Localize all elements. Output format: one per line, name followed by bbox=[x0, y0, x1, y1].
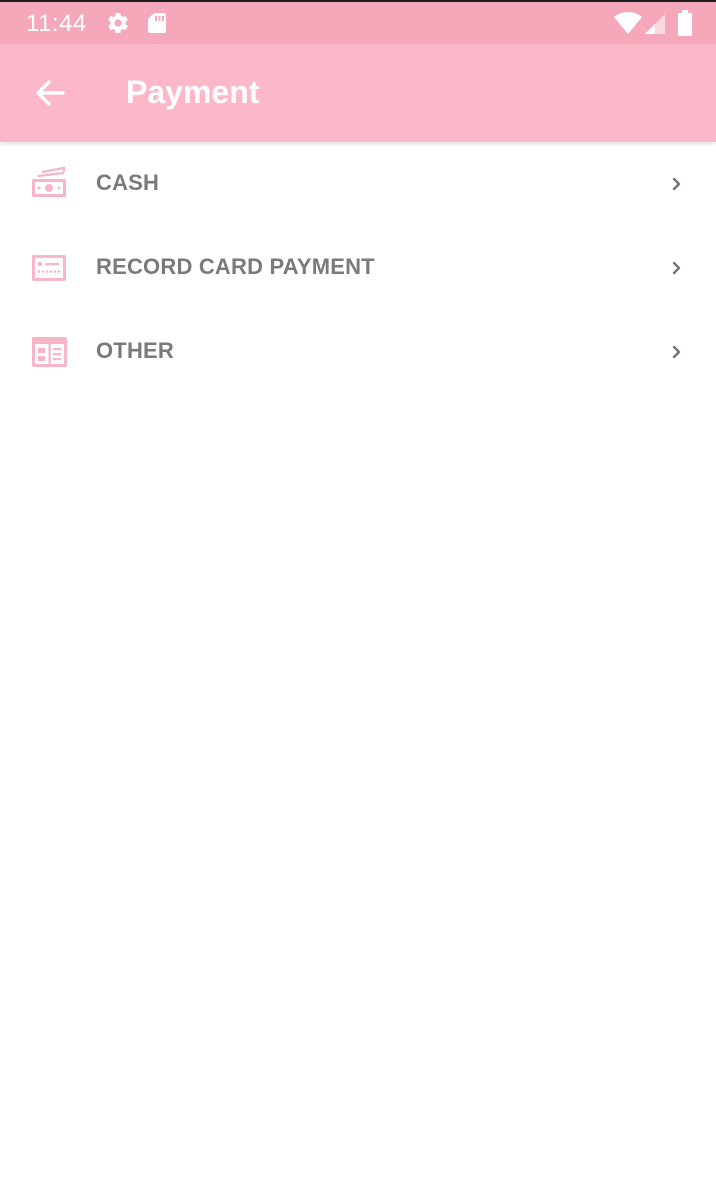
page-title: Payment bbox=[126, 74, 260, 110]
payment-option-record-card[interactable]: RECORD CARD PAYMENT bbox=[0, 226, 716, 310]
payment-method-list: CASH RECORD CARD PAYMENT OTHER bbox=[0, 142, 716, 394]
other-payment-icon bbox=[32, 337, 67, 367]
payment-option-cash[interactable]: CASH bbox=[0, 142, 716, 226]
payment-option-label: CASH bbox=[96, 170, 160, 195]
card-icon bbox=[32, 255, 66, 281]
back-button[interactable] bbox=[22, 65, 78, 121]
status-bar: 11:44 bbox=[0, 0, 716, 44]
wifi-icon bbox=[614, 12, 642, 34]
arrow-left-icon bbox=[36, 80, 65, 106]
gear-icon bbox=[108, 13, 128, 34]
payment-option-label: OTHER bbox=[96, 338, 174, 363]
cash-icon bbox=[32, 166, 66, 197]
chevron-right-icon bbox=[672, 345, 681, 359]
battery-icon bbox=[678, 10, 692, 36]
payment-option-other[interactable]: OTHER bbox=[0, 310, 716, 394]
sd-card-icon bbox=[148, 13, 166, 33]
payment-option-label: RECORD CARD PAYMENT bbox=[96, 254, 375, 279]
chevron-right-icon bbox=[672, 177, 681, 191]
chevron-right-icon bbox=[672, 261, 681, 275]
app-bar: Payment bbox=[0, 44, 716, 142]
signal-icon bbox=[645, 14, 665, 34]
status-time: 11:44 bbox=[26, 10, 87, 37]
